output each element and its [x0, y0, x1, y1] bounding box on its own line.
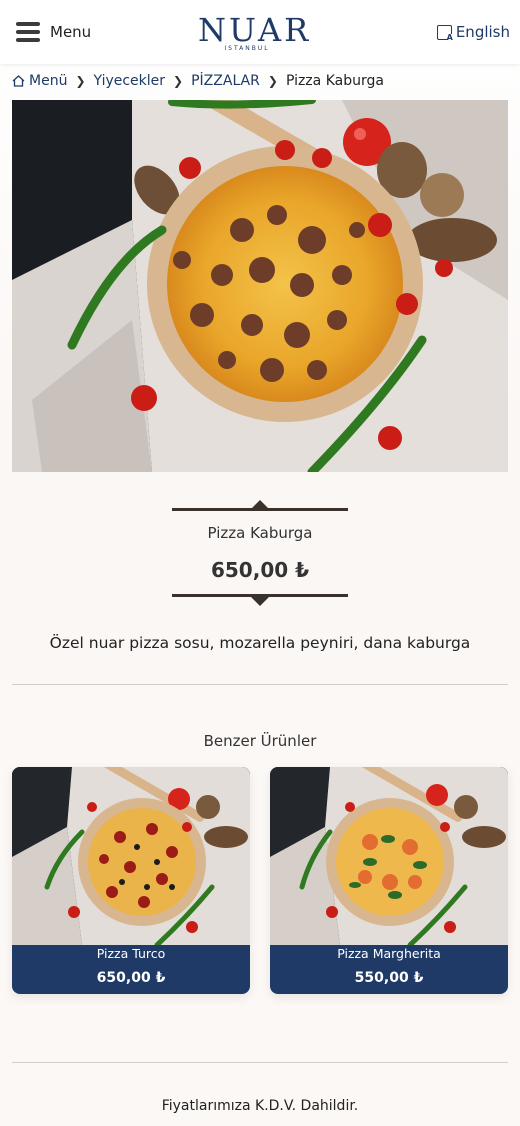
similar-product-name: Pizza Margherita — [337, 946, 441, 961]
similar-product-name: Pizza Turco — [96, 946, 166, 961]
product-price: 650,00 ₺ — [210, 558, 310, 582]
language-label: English — [455, 23, 510, 41]
chevron-right-icon: ❯ — [173, 74, 184, 88]
breadcrumb-item-pizzalar[interactable]: PİZZALAR — [191, 73, 260, 89]
similar-product-image — [270, 767, 508, 945]
breadcrumb-item-yiyecekler[interactable]: Yiyecekler — [94, 73, 166, 89]
hamburger-icon — [16, 22, 40, 42]
ornament-triangle-down — [251, 597, 269, 606]
chevron-right-icon: ❯ — [267, 74, 278, 88]
product-title-block: Pizza Kaburga 650,00 ₺ — [172, 500, 348, 606]
product-description: Özel nuar pizza sosu, mozarella peyniri,… — [49, 634, 471, 652]
home-icon — [12, 75, 25, 87]
breadcrumb-current: Pizza Kaburga — [285, 73, 384, 89]
menu-button[interactable]: Menu — [16, 22, 91, 42]
product-name: Pizza Kaburga — [207, 524, 313, 542]
translate-icon — [436, 24, 453, 42]
similar-product-image — [12, 767, 250, 945]
breadcrumb-item-menu[interactable]: Menü — [29, 73, 67, 89]
product-image — [12, 100, 508, 472]
ornament-line-top — [172, 508, 348, 511]
divider — [12, 1062, 508, 1063]
logo-text: NUAR — [198, 11, 312, 49]
language-button[interactable]: English — [436, 23, 510, 42]
similar-product-price: 550,00 ₺ — [354, 970, 424, 986]
similar-product-card[interactable]: Pizza Margherita 550,00 ₺ — [270, 767, 508, 994]
similar-product-price: 650,00 ₺ — [96, 970, 166, 986]
similar-product-card[interactable]: Pizza Turco 650,00 ₺ — [12, 767, 250, 994]
similar-products-title: Benzer Ürünler — [203, 732, 317, 750]
divider — [12, 684, 508, 685]
top-header: Menu NUAR ISTANBUL English — [0, 0, 520, 64]
tax-note: Fiyatlarımıza K.D.V. Dahildir. — [161, 1098, 359, 1114]
chevron-right-icon: ❯ — [75, 74, 86, 88]
menu-label: Menu — [50, 23, 92, 41]
logo[interactable]: NUAR ISTANBUL — [198, 11, 312, 52]
breadcrumb: Menü ❯ Yiyecekler ❯ PİZZALAR ❯ Pizza Kab… — [12, 71, 384, 91]
